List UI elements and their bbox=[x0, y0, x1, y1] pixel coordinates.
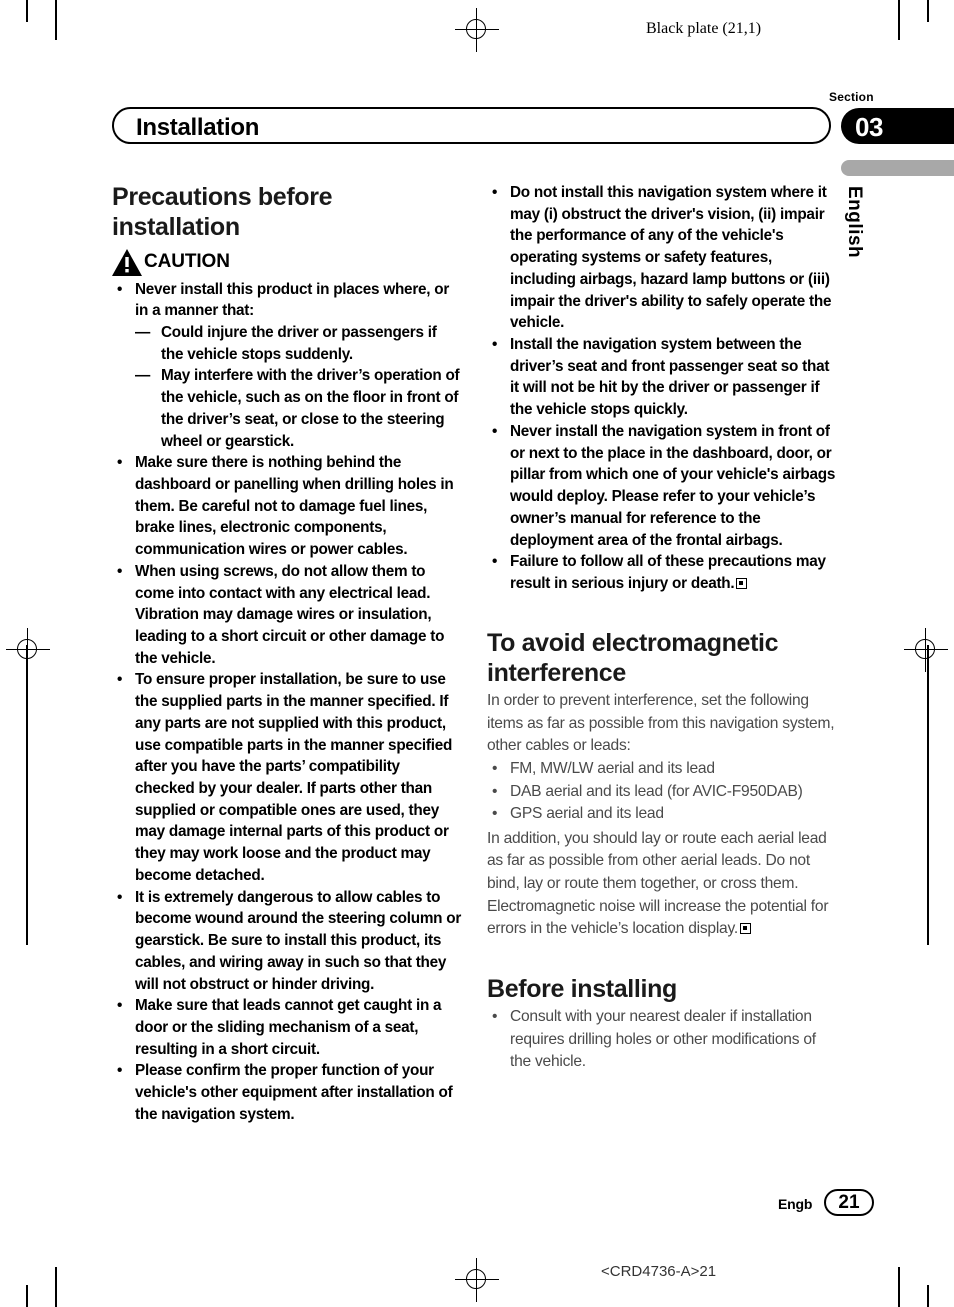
list-item: • It is extremely dangerous to allow cab… bbox=[112, 887, 462, 996]
emi-outro-text: In addition, you should lay or route eac… bbox=[487, 829, 829, 938]
section-number-badge: 03 bbox=[841, 108, 954, 144]
crop-mark-bottom-left bbox=[55, 1267, 57, 1307]
list-item: • Consult with your nearest dealer if in… bbox=[487, 1006, 837, 1074]
language-tab-label: English bbox=[844, 186, 865, 259]
warning-text: Make sure that leads cannot get caught i… bbox=[135, 997, 442, 1058]
crop-mark-right-upper bbox=[927, 0, 929, 22]
precautions-heading: Precautions before installation bbox=[112, 183, 333, 242]
list-item: • Never install this product in places w… bbox=[112, 279, 462, 453]
left-column: Precautions before installation CAUTION … bbox=[112, 182, 462, 1126]
registration-mark-top bbox=[455, 8, 499, 52]
warning-text: To ensure proper installation, be sure t… bbox=[135, 671, 453, 884]
emi-item-text: FM, MW/LW aerial and its lead bbox=[510, 759, 715, 777]
list-item: • To ensure proper installation, be sure… bbox=[112, 669, 462, 886]
list-item: • GPS aerial and its lead bbox=[487, 803, 837, 826]
bullet-glyph: • bbox=[117, 671, 123, 689]
list-item: • When using screws, do not allow them t… bbox=[112, 561, 462, 670]
emi-item-text: GPS aerial and its lead bbox=[510, 805, 664, 823]
warning-text: When using screws, do not allow them to … bbox=[135, 562, 445, 667]
bullet-glyph: • bbox=[492, 759, 498, 777]
registration-mark-right bbox=[904, 628, 948, 672]
list-item: • Make sure there is nothing behind the … bbox=[112, 452, 462, 561]
bullet-glyph: • bbox=[492, 553, 498, 571]
language-tab-bar bbox=[841, 160, 954, 176]
right-column: • Do not install this navigation system … bbox=[487, 182, 837, 1074]
document-page: Black plate (21,1) Section 03 English In… bbox=[0, 0, 954, 1307]
end-of-section-marker bbox=[736, 577, 748, 589]
list-item: • Make sure that leads cannot get caught… bbox=[112, 995, 462, 1060]
list-item: • Please confirm the proper function of … bbox=[112, 1060, 462, 1125]
before-installing-heading: Before installing bbox=[487, 974, 677, 1003]
bullet-glyph: • bbox=[492, 336, 498, 354]
bullet-glyph: • bbox=[492, 1008, 498, 1026]
bullet-glyph: • bbox=[492, 184, 498, 201]
section-number: 03 bbox=[855, 112, 883, 142]
end-of-section-marker bbox=[739, 923, 751, 935]
bullet-glyph: • bbox=[117, 1062, 123, 1080]
warning-text: Never install the navigation system in f… bbox=[510, 422, 836, 549]
footer-page-number: 21 bbox=[824, 1189, 874, 1216]
warning-sub-list: — Could injure the driver or passengers … bbox=[135, 322, 462, 452]
list-item: • Do not install this navigation system … bbox=[487, 182, 837, 334]
crop-mark-right-lower bbox=[927, 1285, 929, 1307]
section-label: Section bbox=[829, 90, 874, 104]
warning-text: Please confirm the proper function of yo… bbox=[135, 1062, 453, 1123]
list-item: — May interfere with the driver’s operat… bbox=[135, 365, 462, 452]
footer-language-code: Engb bbox=[778, 1196, 813, 1212]
footer-document-code: <CRD4736-A>21 bbox=[601, 1263, 717, 1280]
emi-item-list: • FM, MW/LW aerial and its lead • DAB ae… bbox=[487, 758, 837, 826]
warning-text: Install the navigation system between th… bbox=[510, 336, 830, 419]
crop-mark-top-left bbox=[55, 0, 57, 40]
bullet-glyph: • bbox=[492, 422, 498, 440]
before-installing-list: • Consult with your nearest dealer if in… bbox=[487, 1006, 837, 1074]
registration-mark-left bbox=[6, 628, 50, 672]
bullet-glyph: • bbox=[117, 280, 123, 298]
crop-rule-left-vertical bbox=[26, 645, 28, 945]
right-warning-list: • Do not install this navigation system … bbox=[487, 182, 837, 595]
list-item: • Failure to follow all of these precaut… bbox=[487, 551, 837, 594]
emi-item-text: DAB aerial and its lead (for AVIC-F950DA… bbox=[510, 782, 803, 800]
crop-mark-bottom-right bbox=[898, 1267, 900, 1307]
bullet-glyph: • bbox=[117, 888, 123, 906]
dash-glyph: — bbox=[135, 367, 151, 385]
chapter-title-bar: Installation bbox=[112, 107, 831, 144]
caution-banner: CAUTION bbox=[112, 248, 462, 276]
before-item-text: Consult with your nearest dealer if inst… bbox=[510, 1008, 816, 1071]
warning-subtext: Could injure the driver or passengers if… bbox=[161, 323, 437, 363]
left-warning-list: • Never install this product in places w… bbox=[112, 279, 462, 1126]
crop-mark-left-lower bbox=[26, 1285, 28, 1307]
bullet-glyph: • bbox=[117, 454, 123, 472]
emi-intro-text: In order to prevent interference, set th… bbox=[487, 692, 835, 755]
list-item: • DAB aerial and its lead (for AVIC-F950… bbox=[487, 781, 837, 804]
bullet-glyph: • bbox=[117, 562, 123, 580]
warning-text: It is extremely dangerous to allow cable… bbox=[135, 888, 462, 993]
crop-mark-left-upper bbox=[26, 0, 28, 22]
warning-triangle-icon bbox=[112, 248, 142, 276]
bullet-glyph: • bbox=[492, 805, 498, 823]
list-item: • Install the navigation system between … bbox=[487, 334, 837, 421]
emi-heading: To avoid electromagnetic interference bbox=[487, 628, 779, 687]
caution-label: CAUTION bbox=[144, 251, 230, 272]
dash-glyph: — bbox=[135, 323, 151, 341]
bullet-glyph: • bbox=[492, 782, 498, 800]
emi-outro-wrap: In addition, you should lay or route eac… bbox=[487, 828, 837, 941]
warning-text: Failure to follow all of these precautio… bbox=[510, 553, 826, 592]
crop-rule-right-vertical bbox=[927, 645, 929, 945]
list-item: — Could injure the driver or passengers … bbox=[135, 322, 462, 365]
bullet-glyph: • bbox=[117, 997, 123, 1015]
warning-subtext: May interfere with the driver’s operatio… bbox=[161, 367, 460, 450]
registration-mark-bottom bbox=[455, 1258, 499, 1302]
chapter-title: Installation bbox=[136, 114, 260, 141]
list-item: • Never install the navigation system in… bbox=[487, 421, 837, 551]
warning-text: Never install this product in places whe… bbox=[135, 280, 450, 320]
black-plate-label: Black plate (21,1) bbox=[646, 20, 762, 37]
list-item: • FM, MW/LW aerial and its lead bbox=[487, 758, 837, 781]
crop-mark-top-right bbox=[898, 0, 900, 40]
warning-text: Make sure there is nothing behind the da… bbox=[135, 454, 454, 559]
warning-text: Do not install this navigation system wh… bbox=[510, 184, 832, 332]
